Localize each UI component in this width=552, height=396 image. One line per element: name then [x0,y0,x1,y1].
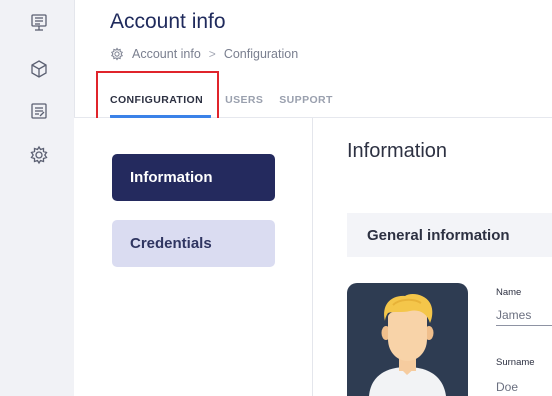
breadcrumb-root[interactable]: Account info [132,47,201,61]
document-icon[interactable] [28,100,50,122]
breadcrumb-separator: > [208,47,216,61]
avatar[interactable] [347,283,468,396]
name-field[interactable]: James [496,308,552,326]
breadcrumb-current: Configuration [223,47,299,61]
settings-icon [110,47,124,61]
tab-users[interactable]: USERS [225,94,263,106]
breadcrumb: Account info > Configuration [110,46,298,62]
icon-rail [0,0,75,396]
tab-bar: CONFIGURATION USERS SUPPORT [110,92,349,108]
section-title: Information [347,140,448,162]
name-label: Name [496,287,522,298]
card-header: General information [347,213,552,257]
subnav-panel: Information Credentials [74,118,313,396]
user-avatar-icon [369,294,446,396]
dashboard-icon[interactable] [28,12,50,34]
surname-field[interactable]: Doe [496,380,552,394]
subnav-credentials-button[interactable]: Credentials [112,220,275,267]
settings-icon[interactable] [28,144,50,166]
package-icon[interactable] [28,58,50,80]
tab-support[interactable]: SUPPORT [279,94,333,106]
tab-configuration[interactable]: CONFIGURATION [110,94,203,106]
surname-label: Surname [496,357,535,368]
subnav-information-button[interactable]: Information [112,154,275,201]
page-title: Account info [110,10,226,33]
